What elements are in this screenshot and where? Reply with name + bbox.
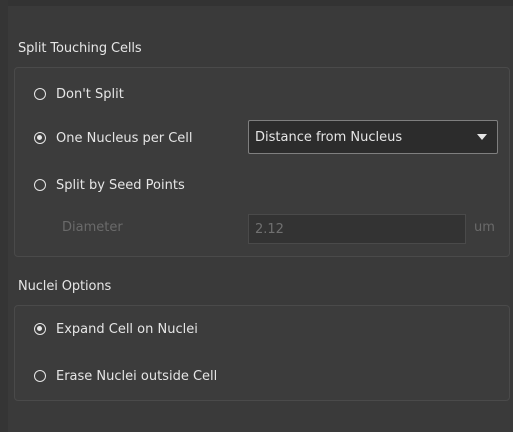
radio-split-by-seed-points[interactable]: Split by Seed Points xyxy=(34,175,185,195)
nuclei-section-title: Nuclei Options xyxy=(18,279,112,294)
chevron-down-icon xyxy=(477,134,487,140)
split-section-title: Split Touching Cells xyxy=(18,41,142,56)
radio-label: One Nucleus per Cell xyxy=(56,130,193,146)
radio-label: Erase Nuclei outside Cell xyxy=(56,368,218,384)
radio-button-checked-icon[interactable] xyxy=(34,132,46,144)
left-border xyxy=(0,0,8,432)
radio-button-icon[interactable] xyxy=(34,370,46,382)
diameter-unit: um xyxy=(474,220,495,235)
diameter-input[interactable]: 2.12 xyxy=(248,214,466,244)
diameter-value: 2.12 xyxy=(255,221,284,237)
cell-options-panel: Split Touching Cells Don't Split One Nuc… xyxy=(0,0,513,432)
radio-button-checked-icon[interactable] xyxy=(34,323,46,335)
radio-button-icon[interactable] xyxy=(34,88,46,100)
radio-label: Split by Seed Points xyxy=(56,177,185,193)
radio-erase-nuclei-outside-cell[interactable]: Erase Nuclei outside Cell xyxy=(34,366,217,386)
radio-dont-split[interactable]: Don't Split xyxy=(34,84,124,104)
radio-one-nucleus-per-cell[interactable]: One Nucleus per Cell xyxy=(34,128,193,148)
radio-button-icon[interactable] xyxy=(34,179,46,191)
top-border xyxy=(0,0,513,6)
split-method-dropdown[interactable]: Distance from Nucleus xyxy=(248,120,498,154)
radio-expand-cell-on-nuclei[interactable]: Expand Cell on Nuclei xyxy=(34,319,198,339)
radio-label: Expand Cell on Nuclei xyxy=(56,321,198,337)
radio-label: Don't Split xyxy=(56,86,124,102)
diameter-label: Diameter xyxy=(62,220,123,235)
dropdown-value: Distance from Nucleus xyxy=(255,129,403,145)
